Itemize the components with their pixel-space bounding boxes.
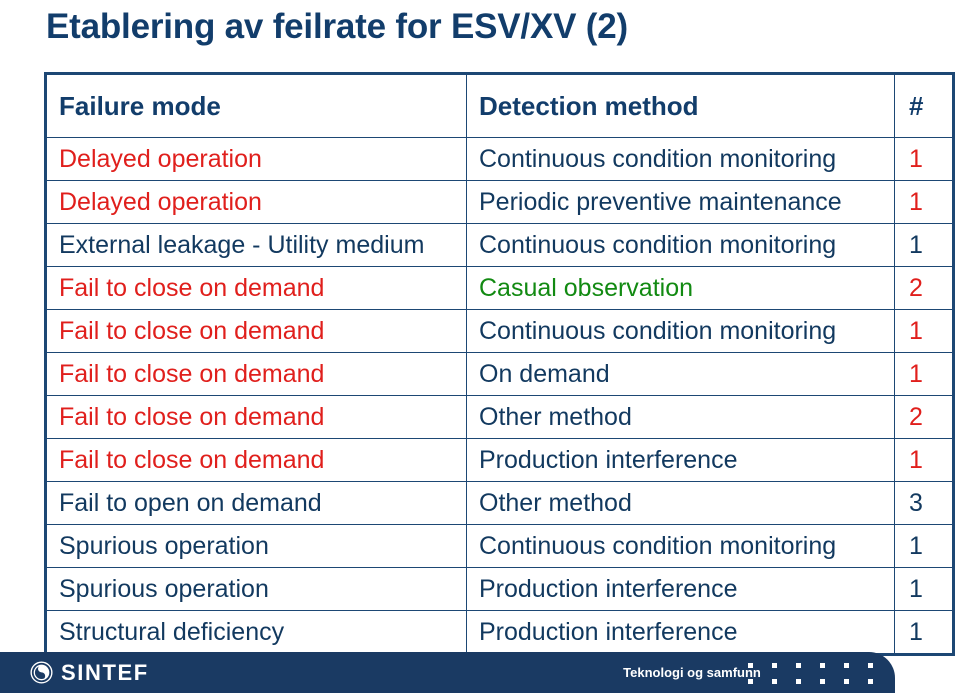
cell-count: 2 bbox=[894, 395, 954, 439]
cell-count: 1 bbox=[894, 137, 954, 181]
cell-failure-mode: Structural deficiency bbox=[45, 610, 467, 655]
cell-count: 1 bbox=[894, 180, 954, 224]
cell-count: 1 bbox=[894, 352, 954, 396]
cell-detection-method: Production interference bbox=[466, 438, 895, 482]
cell-count: 1 bbox=[894, 524, 954, 568]
cell-detection-method: Continuous condition monitoring bbox=[466, 137, 895, 181]
table-row: Fail to close on demand Continuous condit… bbox=[45, 309, 954, 353]
cell-failure-mode: Fail to open on demand bbox=[45, 481, 467, 525]
table-header: Failure mode Detection method # bbox=[45, 73, 954, 138]
failure-mode-table: Failure mode Detection method # Delayed … bbox=[44, 72, 955, 656]
footer-dot bbox=[844, 679, 849, 684]
cell-count: 1 bbox=[894, 610, 954, 655]
page-title: Etablering av feilrate for ESV/XV (2) bbox=[46, 7, 628, 46]
cell-count: 1 bbox=[894, 438, 954, 482]
cell-detection-method: Continuous condition monitoring bbox=[466, 524, 895, 568]
cell-failure-mode: External leakage - Utility medium bbox=[45, 223, 467, 267]
sintef-emblem-icon bbox=[30, 660, 53, 684]
cell-failure-mode: Spurious operation bbox=[45, 524, 467, 568]
footer-dot bbox=[796, 663, 801, 668]
footer-dot bbox=[820, 663, 825, 668]
cell-detection-method: Continuous condition monitoring bbox=[466, 309, 895, 353]
cell-failure-mode: Delayed operation bbox=[45, 180, 467, 224]
table-row: Fail to open on demand Other method 3 bbox=[45, 481, 954, 525]
cell-detection-method: On demand bbox=[466, 352, 895, 396]
cell-failure-mode: Fail to close on demand bbox=[45, 309, 467, 353]
cell-failure-mode: Spurious operation bbox=[45, 567, 467, 611]
footer-dot bbox=[820, 679, 825, 684]
footer-dot bbox=[868, 663, 873, 668]
cell-count: 1 bbox=[894, 223, 954, 267]
footer-dot bbox=[796, 679, 801, 684]
table-row: External leakage - Utility medium Continu… bbox=[45, 223, 954, 267]
footer-dot bbox=[748, 679, 753, 684]
footer-dot-grid bbox=[748, 663, 876, 684]
footer-dot bbox=[772, 679, 777, 684]
table-row: Delayed operation Periodic preventive mai… bbox=[45, 180, 954, 224]
table-row: Spurious operation Continuous condition m… bbox=[45, 524, 954, 568]
cell-count: 1 bbox=[894, 567, 954, 611]
cell-count: 3 bbox=[894, 481, 954, 525]
table-row: Delayed operation Continuous condition mo… bbox=[45, 137, 954, 181]
column-header-failure-mode: Failure mode bbox=[45, 73, 467, 138]
cell-detection-method: Other method bbox=[466, 395, 895, 439]
cell-detection-method: Casual observation bbox=[466, 266, 895, 310]
table-row: Fail to close on demand Production interf… bbox=[45, 438, 954, 482]
column-header-count: # bbox=[894, 73, 954, 138]
footer-dot bbox=[844, 663, 849, 668]
cell-failure-mode: Fail to close on demand bbox=[45, 266, 467, 310]
cell-detection-method: Production interference bbox=[466, 610, 895, 655]
table-row: Fail to close on demand Casual observatio… bbox=[45, 266, 954, 310]
table-row: Structural deficiency Production interfer… bbox=[45, 610, 954, 655]
table-row: Fail to close on demand Other method 2 bbox=[45, 395, 954, 439]
footer-dot bbox=[868, 679, 873, 684]
cell-detection-method: Periodic preventive maintenance bbox=[466, 180, 895, 224]
column-header-detection-method: Detection method bbox=[466, 73, 895, 138]
cell-detection-method: Continuous condition monitoring bbox=[466, 223, 895, 267]
footer-dot bbox=[772, 663, 777, 668]
cell-failure-mode: Delayed operation bbox=[45, 137, 467, 181]
sintef-wordmark: SINTEF bbox=[61, 659, 149, 685]
cell-detection-method: Production interference bbox=[466, 567, 895, 611]
sintef-logo: SINTEF bbox=[30, 658, 149, 686]
cell-detection-method: Other method bbox=[466, 481, 895, 525]
cell-failure-mode: Fail to close on demand bbox=[45, 438, 467, 482]
cell-failure-mode: Fail to close on demand bbox=[45, 352, 467, 396]
cell-count: 1 bbox=[894, 309, 954, 353]
table-row: Fail to close on demand On demand 1 bbox=[45, 352, 954, 396]
table-body: Delayed operation Continuous condition mo… bbox=[45, 137, 954, 655]
table-header-row: Failure mode Detection method # bbox=[45, 73, 954, 138]
footer-dot bbox=[748, 663, 753, 668]
cell-failure-mode: Fail to close on demand bbox=[45, 395, 467, 439]
cell-count: 2 bbox=[894, 266, 954, 310]
table-row: Spurious operation Production interferenc… bbox=[45, 567, 954, 611]
footer-bar: SINTEF Teknologi og samfunn bbox=[0, 652, 895, 693]
